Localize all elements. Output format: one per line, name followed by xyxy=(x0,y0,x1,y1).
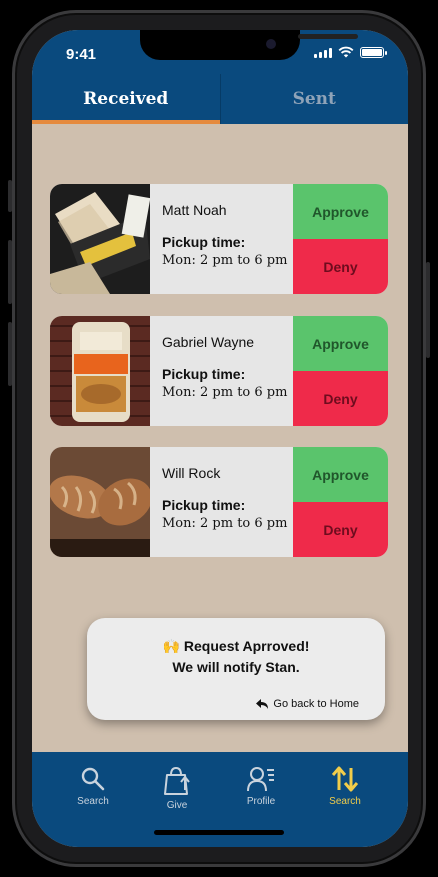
tab-received-label: Received xyxy=(83,89,169,109)
home-indicator xyxy=(154,830,284,835)
nav-profile[interactable]: Profile xyxy=(226,766,296,807)
notch xyxy=(140,30,358,60)
wifi-icon xyxy=(338,46,354,58)
request-actions: Approve Deny xyxy=(293,316,388,426)
speaker-grille xyxy=(298,34,358,39)
status-icons xyxy=(314,46,387,58)
app-screen: 9:41 Received Sent Matt Noah Pickup time… xyxy=(32,30,408,847)
nav-search-active[interactable]: Search xyxy=(310,766,380,807)
nav-search[interactable]: Search xyxy=(58,766,128,807)
tab-received[interactable]: Received xyxy=(32,74,220,124)
battery-icon xyxy=(360,47,387,58)
toast-title: 🙌 Request Aprroved! xyxy=(87,638,385,655)
deny-button[interactable]: Deny xyxy=(293,371,388,426)
request-info: Matt Noah Pickup time: Mon: 2 pm to 6 pm xyxy=(150,184,293,294)
volume-up-button xyxy=(8,240,12,304)
volume-down-button xyxy=(8,322,12,386)
status-time: 9:41 xyxy=(66,46,97,63)
go-back-home-link[interactable]: Go back to Home xyxy=(256,698,359,710)
search-icon xyxy=(81,767,105,791)
nav-give[interactable]: Give xyxy=(142,766,212,811)
request-info: Gabriel Wayne Pickup time: Mon: 2 pm to … xyxy=(150,316,293,426)
request-image-bread-loaf-package xyxy=(50,316,150,426)
deny-button[interactable]: Deny xyxy=(293,502,388,557)
request-actions: Approve Deny xyxy=(293,447,388,557)
power-button xyxy=(426,262,430,358)
approve-button[interactable]: Approve xyxy=(293,316,388,371)
pickup-time-value: Mon: 2 pm to 6 pm xyxy=(162,253,288,268)
approval-toast: 🙌 Request Aprroved! We will notify Stan.… xyxy=(87,618,385,720)
active-tab-indicator xyxy=(32,120,220,124)
request-actions: Approve Deny xyxy=(293,184,388,294)
pickup-time-label: Pickup time: xyxy=(162,366,246,382)
nav-search-label: Search xyxy=(77,796,109,807)
requester-name: Gabriel Wayne xyxy=(162,334,255,350)
nav-search-active-label: Search xyxy=(329,796,361,807)
front-camera xyxy=(266,39,276,49)
request-card: Will Rock Pickup time: Mon: 2 pm to 6 pm… xyxy=(50,447,388,557)
give-bag-icon xyxy=(164,766,190,795)
toast-title-text: Request Aprroved! xyxy=(183,638,310,654)
mute-switch xyxy=(8,180,12,212)
cellular-signal-icon xyxy=(314,48,332,58)
request-card: Matt Noah Pickup time: Mon: 2 pm to 6 pm… xyxy=(50,184,388,294)
raised-hands-icon: 🙌 xyxy=(162,638,181,654)
reply-arrow-icon xyxy=(256,698,269,709)
profile-icon xyxy=(247,767,274,792)
pickup-time-label: Pickup time: xyxy=(162,497,246,513)
pickup-time-value: Mon: 2 pm to 6 pm xyxy=(162,385,288,400)
request-image-artisan-loaves xyxy=(50,447,150,557)
request-image-bread-package xyxy=(50,184,150,294)
pickup-time-value: Mon: 2 pm to 6 pm xyxy=(162,516,288,531)
request-card: Gabriel Wayne Pickup time: Mon: 2 pm to … xyxy=(50,316,388,426)
approve-button[interactable]: Approve xyxy=(293,447,388,502)
deny-button[interactable]: Deny xyxy=(293,239,388,294)
tab-sent-label: Sent xyxy=(292,89,336,109)
nav-give-label: Give xyxy=(166,800,188,811)
pickup-time-label: Pickup time: xyxy=(162,234,246,250)
tab-sent[interactable]: Sent xyxy=(219,74,409,124)
requester-name: Will Rock xyxy=(162,465,221,481)
sort-arrows-icon xyxy=(331,766,359,792)
approve-button[interactable]: Approve xyxy=(293,184,388,239)
requester-name: Matt Noah xyxy=(162,202,227,218)
nav-profile-label: Profile xyxy=(246,796,276,807)
tab-bar: Received Sent xyxy=(32,74,408,124)
toast-subtitle: We will notify Stan. xyxy=(172,659,300,675)
request-info: Will Rock Pickup time: Mon: 2 pm to 6 pm xyxy=(150,447,293,557)
go-back-home-label: Go back to Home xyxy=(273,698,359,710)
